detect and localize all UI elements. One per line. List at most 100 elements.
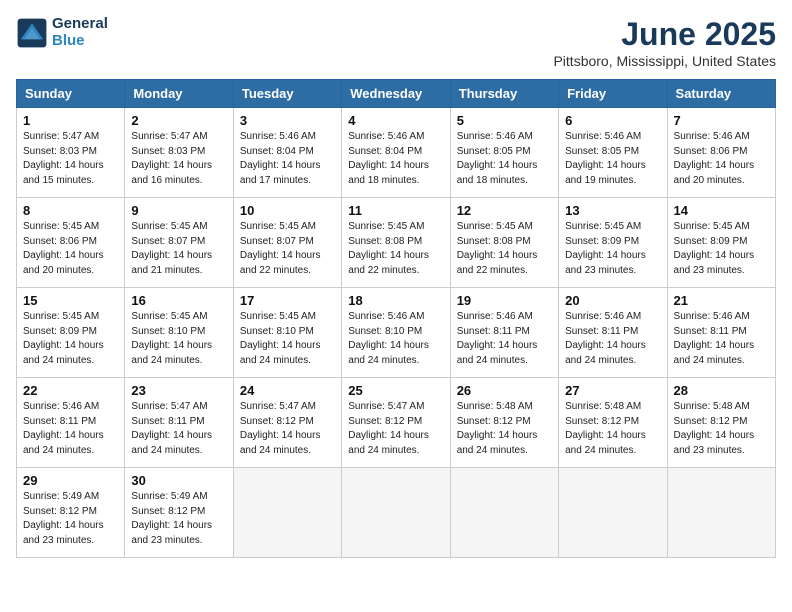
day-info: Sunrise: 5:46 AMSunset: 8:05 PMDaylight:… [457, 130, 552, 188]
day-cell [342, 468, 450, 558]
day-cell: 17Sunrise: 5:45 AMSunset: 8:10 PMDayligh… [233, 288, 341, 378]
day-cell: 18 Sunrise: 5:46 AMSunset: 8:10 PMDayligh… [342, 288, 450, 378]
day-number: 10 [240, 203, 335, 218]
day-number: 14 [674, 203, 769, 218]
day-info: Sunrise: 5:46 AMSunset: 8:04 PMDaylight:… [348, 130, 443, 188]
day-number: 16 [131, 293, 226, 308]
day-info: Sunrise: 5:45 AMSunset: 8:06 PMDaylight:… [23, 220, 118, 278]
day-cell: 14 Sunrise: 5:45 AMSunset: 8:09 PMDayligh… [667, 198, 775, 288]
day-info: Sunrise: 5:45 AMSunset: 8:10 PMDaylight:… [131, 310, 226, 368]
day-cell: 23 Sunrise: 5:47 AMSunset: 8:11 PMDayligh… [125, 378, 233, 468]
week-row-1: 1 Sunrise: 5:47 AMSunset: 8:03 PMDaylight… [17, 108, 776, 198]
day-cell: 12 Sunrise: 5:45 AMSunset: 8:08 PMDayligh… [450, 198, 558, 288]
day-number: 24 [240, 383, 335, 398]
day-number: 23 [131, 383, 226, 398]
day-info: Sunrise: 5:47 AMSunset: 8:03 PMDaylight:… [23, 130, 118, 188]
day-cell: 10 Sunrise: 5:45 AMSunset: 8:07 PMDayligh… [233, 198, 341, 288]
day-cell: 6Sunrise: 5:46 AMSunset: 8:05 PMDaylight… [559, 108, 667, 198]
title-area: June 2025 Pittsboro, Mississippi, United… [553, 16, 776, 69]
day-cell: 19Sunrise: 5:46 AMSunset: 8:11 PMDayligh… [450, 288, 558, 378]
day-cell: 29 Sunrise: 5:49 AMSunset: 8:12 PMDayligh… [17, 468, 125, 558]
day-cell [559, 468, 667, 558]
header-sunday: Sunday [17, 80, 125, 108]
day-cell: 15 Sunrise: 5:45 AMSunset: 8:09 PMDayligh… [17, 288, 125, 378]
day-cell: 3 Sunrise: 5:46 AMSunset: 8:04 PMDaylight… [233, 108, 341, 198]
main-title: June 2025 [553, 16, 776, 53]
day-info: Sunrise: 5:45 AMSunset: 8:09 PMDaylight:… [674, 220, 769, 278]
day-info: Sunrise: 5:47 AMSunset: 8:11 PMDaylight:… [131, 400, 226, 458]
day-cell: 20Sunrise: 5:46 AMSunset: 8:11 PMDayligh… [559, 288, 667, 378]
day-number: 2 [131, 113, 226, 128]
day-number: 4 [348, 113, 443, 128]
day-info: Sunrise: 5:49 AMSunset: 8:12 PMDaylight:… [23, 490, 118, 548]
header-thursday: Thursday [450, 80, 558, 108]
day-info: Sunrise: 5:48 AMSunset: 8:12 PMDaylight:… [565, 400, 660, 458]
day-info: Sunrise: 5:46 AMSunset: 8:04 PMDaylight:… [240, 130, 335, 188]
day-cell [667, 468, 775, 558]
day-cell: 7 Sunrise: 5:46 AMSunset: 8:06 PMDaylight… [667, 108, 775, 198]
day-number: 8 [23, 203, 118, 218]
day-number: 1 [23, 113, 118, 128]
day-info: Sunrise: 5:46 AMSunset: 8:06 PMDaylight:… [674, 130, 769, 188]
day-info: Sunrise: 5:46 AMSunset: 8:11 PMDaylight:… [23, 400, 118, 458]
week-row-5: 29 Sunrise: 5:49 AMSunset: 8:12 PMDayligh… [17, 468, 776, 558]
day-info: Sunrise: 5:46 AMSunset: 8:05 PMDaylight:… [565, 130, 660, 188]
day-info: Sunrise: 5:46 AMSunset: 8:11 PMDaylight:… [674, 310, 769, 368]
day-cell: 11 Sunrise: 5:45 AMSunset: 8:08 PMDayligh… [342, 198, 450, 288]
day-cell: 1 Sunrise: 5:47 AMSunset: 8:03 PMDaylight… [17, 108, 125, 198]
header-friday: Friday [559, 80, 667, 108]
day-cell [450, 468, 558, 558]
day-info: Sunrise: 5:45 AMSunset: 8:08 PMDaylight:… [348, 220, 443, 278]
day-number: 21 [674, 293, 769, 308]
day-cell: 8 Sunrise: 5:45 AMSunset: 8:06 PMDaylight… [17, 198, 125, 288]
day-cell: 28 Sunrise: 5:48 AMSunset: 8:12 PMDayligh… [667, 378, 775, 468]
day-number: 13 [565, 203, 660, 218]
calendar-header-row: SundayMondayTuesdayWednesdayThursdayFrid… [17, 80, 776, 108]
day-number: 7 [674, 113, 769, 128]
day-number: 18 [348, 293, 443, 308]
day-number: 9 [131, 203, 226, 218]
day-cell: 5Sunrise: 5:46 AMSunset: 8:05 PMDaylight… [450, 108, 558, 198]
week-row-3: 15 Sunrise: 5:45 AMSunset: 8:09 PMDayligh… [17, 288, 776, 378]
day-cell: 21 Sunrise: 5:46 AMSunset: 8:11 PMDayligh… [667, 288, 775, 378]
header-saturday: Saturday [667, 80, 775, 108]
logo-text: General Blue [52, 16, 108, 49]
header-monday: Monday [125, 80, 233, 108]
day-info: Sunrise: 5:49 AMSunset: 8:12 PMDaylight:… [131, 490, 226, 548]
day-cell: 16 Sunrise: 5:45 AMSunset: 8:10 PMDayligh… [125, 288, 233, 378]
day-info: Sunrise: 5:46 AMSunset: 8:11 PMDaylight:… [457, 310, 552, 368]
day-info: Sunrise: 5:48 AMSunset: 8:12 PMDaylight:… [674, 400, 769, 458]
day-cell: 13 Sunrise: 5:45 AMSunset: 8:09 PMDayligh… [559, 198, 667, 288]
day-number: 28 [674, 383, 769, 398]
day-info: Sunrise: 5:46 AMSunset: 8:10 PMDaylight:… [348, 310, 443, 368]
day-info: Sunrise: 5:47 AMSunset: 8:12 PMDaylight:… [240, 400, 335, 458]
page-header: General Blue June 2025 Pittsboro, Missis… [16, 16, 776, 69]
day-number: 11 [348, 203, 443, 218]
day-cell: 2 Sunrise: 5:47 AMSunset: 8:03 PMDaylight… [125, 108, 233, 198]
header-wednesday: Wednesday [342, 80, 450, 108]
subtitle: Pittsboro, Mississippi, United States [553, 53, 776, 69]
logo-line2: Blue [52, 32, 85, 49]
day-number: 29 [23, 473, 118, 488]
day-number: 3 [240, 113, 335, 128]
day-number: 12 [457, 203, 552, 218]
week-row-4: 22Sunrise: 5:46 AMSunset: 8:11 PMDayligh… [17, 378, 776, 468]
day-info: Sunrise: 5:45 AMSunset: 8:09 PMDaylight:… [23, 310, 118, 368]
day-cell: 27 Sunrise: 5:48 AMSunset: 8:12 PMDayligh… [559, 378, 667, 468]
day-number: 20 [565, 293, 660, 308]
day-info: Sunrise: 5:45 AMSunset: 8:09 PMDaylight:… [565, 220, 660, 278]
day-info: Sunrise: 5:45 AMSunset: 8:07 PMDaylight:… [240, 220, 335, 278]
calendar-table: SundayMondayTuesdayWednesdayThursdayFrid… [16, 79, 776, 558]
header-tuesday: Tuesday [233, 80, 341, 108]
day-info: Sunrise: 5:47 AMSunset: 8:03 PMDaylight:… [131, 130, 226, 188]
day-info: Sunrise: 5:48 AMSunset: 8:12 PMDaylight:… [457, 400, 552, 458]
day-number: 17 [240, 293, 335, 308]
day-number: 30 [131, 473, 226, 488]
week-row-2: 8 Sunrise: 5:45 AMSunset: 8:06 PMDaylight… [17, 198, 776, 288]
day-number: 27 [565, 383, 660, 398]
day-info: Sunrise: 5:45 AMSunset: 8:08 PMDaylight:… [457, 220, 552, 278]
day-info: Sunrise: 5:47 AMSunset: 8:12 PMDaylight:… [348, 400, 443, 458]
day-cell: 4 Sunrise: 5:46 AMSunset: 8:04 PMDaylight… [342, 108, 450, 198]
logo: General Blue [16, 16, 108, 49]
day-number: 15 [23, 293, 118, 308]
